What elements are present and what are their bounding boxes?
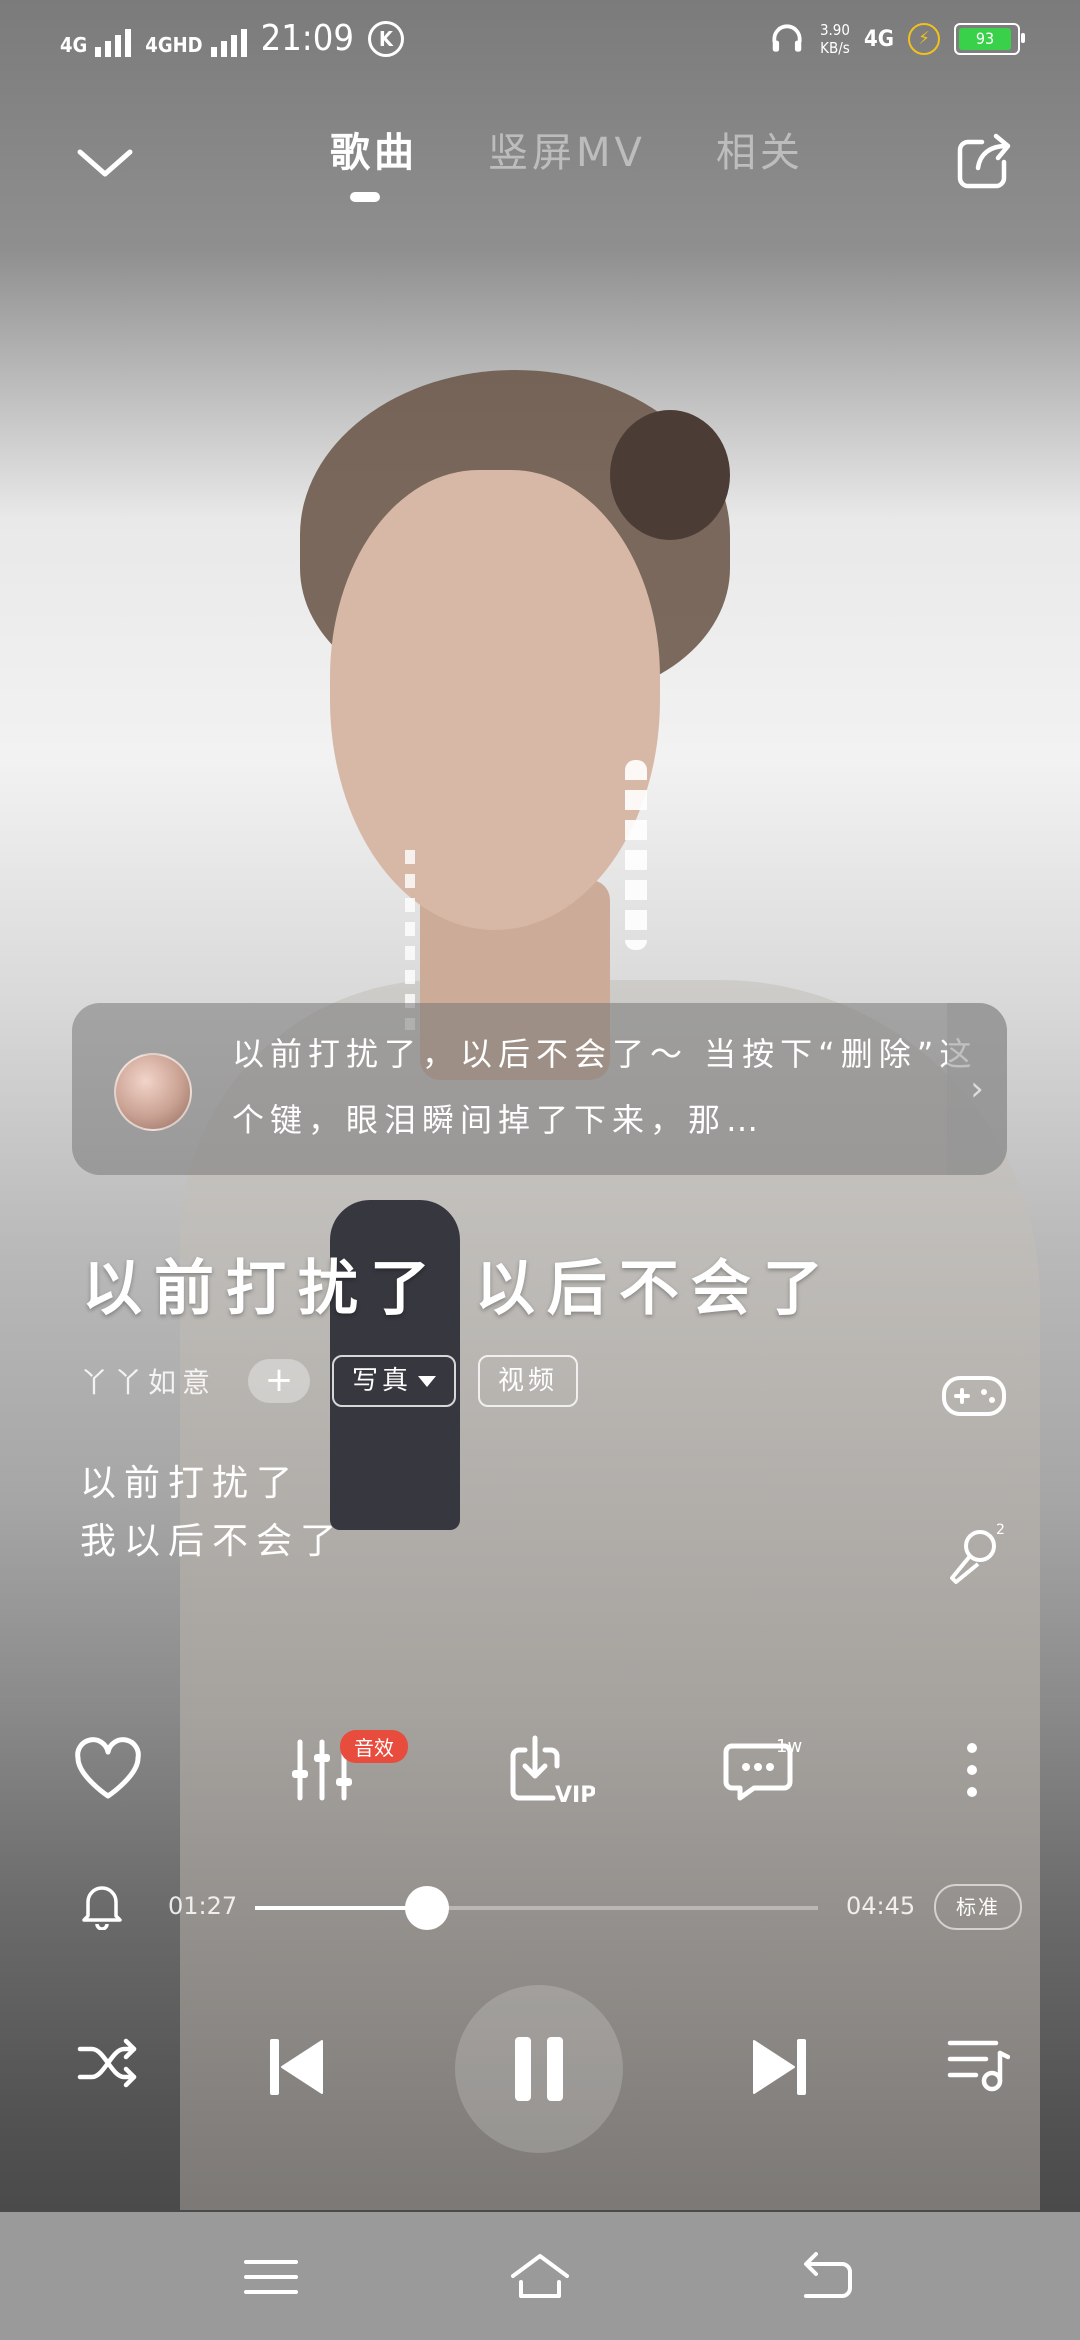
player-screen: 4G 4GHD 21:09 K 3.90 KB/s 4G ⚡ 93 歌曲 竖屏M… bbox=[0, 0, 1080, 2340]
lyrics-preview[interactable]: 以前打扰了 我以后不会了 bbox=[80, 1455, 344, 1571]
effects-badge: 音效 bbox=[340, 1730, 408, 1763]
song-title: 以前打扰了 以后不会了 bbox=[82, 1254, 835, 1324]
svg-text:VIP: VIP bbox=[555, 1783, 595, 1808]
signal-label-2: 4GHD bbox=[145, 32, 203, 57]
headphones-icon bbox=[772, 24, 802, 52]
like-heart-icon[interactable] bbox=[68, 1730, 148, 1810]
seek-thumb[interactable] bbox=[404, 1886, 449, 1930]
network-type: 4G bbox=[863, 26, 894, 52]
quality-button[interactable]: 标准 bbox=[934, 1884, 1022, 1930]
karaoke-mic-icon[interactable]: 2 bbox=[938, 1520, 1010, 1592]
caret-down-icon bbox=[418, 1376, 437, 1387]
total-time: 04:45 bbox=[846, 1892, 916, 1920]
net-speed-unit: KB/s bbox=[820, 39, 850, 57]
collapse-chevron-down-icon[interactable] bbox=[70, 130, 140, 200]
commenter-avatar[interactable] bbox=[114, 1053, 192, 1131]
current-time: 01:27 bbox=[168, 1892, 238, 1920]
seek-bar-played bbox=[255, 1906, 427, 1910]
artist-row: 丫丫如意 + 写真 视频 bbox=[80, 1355, 579, 1407]
alarm-bell-icon[interactable] bbox=[80, 1880, 124, 1930]
net-speed: 3.90 KB/s bbox=[820, 21, 850, 57]
shuffle-icon[interactable] bbox=[76, 2031, 140, 2095]
back-icon[interactable] bbox=[790, 2242, 860, 2312]
seek-bar[interactable] bbox=[255, 1886, 818, 1930]
hot-comment-card[interactable]: 以前打扰了，以后不会了～ 当按下“删除”这个键，眼泪瞬间掉了下来，那… › bbox=[72, 1003, 1007, 1175]
share-icon[interactable] bbox=[950, 126, 1020, 196]
tab-bar: 歌曲 竖屏MV 相关 bbox=[330, 120, 804, 202]
tab-related[interactable]: 相关 bbox=[716, 120, 804, 178]
net-speed-value: 3.90 bbox=[819, 21, 850, 39]
follow-artist-button[interactable]: + bbox=[248, 1359, 311, 1403]
video-chip[interactable]: 视频 bbox=[478, 1355, 579, 1407]
photo-chip-label: 写真 bbox=[352, 1366, 413, 1396]
status-right: 3.90 KB/s 4G ⚡ 93 bbox=[768, 20, 1025, 58]
k-icon: K bbox=[367, 20, 404, 57]
game-controller-icon[interactable] bbox=[938, 1360, 1010, 1432]
comment-text: 以前打扰了，以后不会了～ 当按下“删除”这个键，眼泪瞬间掉了下来，那… bbox=[232, 1035, 978, 1139]
svg-text:2: 2 bbox=[996, 1522, 1005, 1538]
lyric-line-2: 我以后不会了 bbox=[80, 1521, 345, 1562]
status-bar: 4G 4GHD 21:09 K 3.90 KB/s 4G ⚡ 93 bbox=[0, 0, 1080, 80]
signal-label: 4G bbox=[60, 32, 88, 57]
next-track-icon[interactable] bbox=[752, 2037, 808, 2097]
status-time: 21:09 bbox=[260, 18, 354, 59]
lyric-line-1: 以前打扰了 bbox=[80, 1463, 301, 1504]
system-nav-bar bbox=[0, 2212, 1080, 2340]
battery-icon: 93 bbox=[954, 23, 1025, 55]
home-icon[interactable] bbox=[505, 2242, 575, 2312]
comments-count: 1w bbox=[776, 1736, 803, 1757]
charging-icon: ⚡ bbox=[908, 23, 940, 55]
pause-bar-left bbox=[515, 2037, 531, 2101]
top-bar: 歌曲 竖屏MV 相关 bbox=[0, 110, 1080, 230]
signal-icon-2: 4GHD bbox=[145, 21, 247, 57]
photo-chip[interactable]: 写真 bbox=[332, 1355, 457, 1407]
photo-face bbox=[330, 470, 660, 930]
playback-progress: 01:27 04:45 标准 bbox=[0, 1880, 1080, 1940]
artist-name[interactable]: 丫丫如意 bbox=[80, 1361, 216, 1401]
pause-button[interactable] bbox=[455, 1985, 623, 2153]
tab-vertical-mv[interactable]: 竖屏MV bbox=[488, 120, 646, 178]
signal-icon: 4G bbox=[60, 21, 132, 57]
playlist-icon[interactable] bbox=[946, 2031, 1010, 2095]
status-left: 4G 4GHD 21:09 K bbox=[60, 18, 404, 59]
playback-controls bbox=[0, 1985, 1080, 2155]
action-row: 音效 VIP 1w bbox=[0, 1730, 1080, 1830]
battery-level: 93 bbox=[959, 28, 1011, 50]
menu-icon[interactable] bbox=[236, 2242, 306, 2312]
pause-bar-right bbox=[547, 2037, 563, 2101]
tab-song[interactable]: 歌曲 bbox=[330, 120, 418, 202]
more-options-icon[interactable] bbox=[932, 1730, 1012, 1810]
download-vip-icon[interactable]: VIP bbox=[505, 1730, 595, 1810]
photo-earring-right bbox=[625, 760, 647, 950]
previous-track-icon[interactable] bbox=[268, 2037, 324, 2097]
comment-more-chevron-icon[interactable]: › bbox=[947, 1003, 1007, 1175]
photo-hair-bun bbox=[610, 410, 730, 540]
